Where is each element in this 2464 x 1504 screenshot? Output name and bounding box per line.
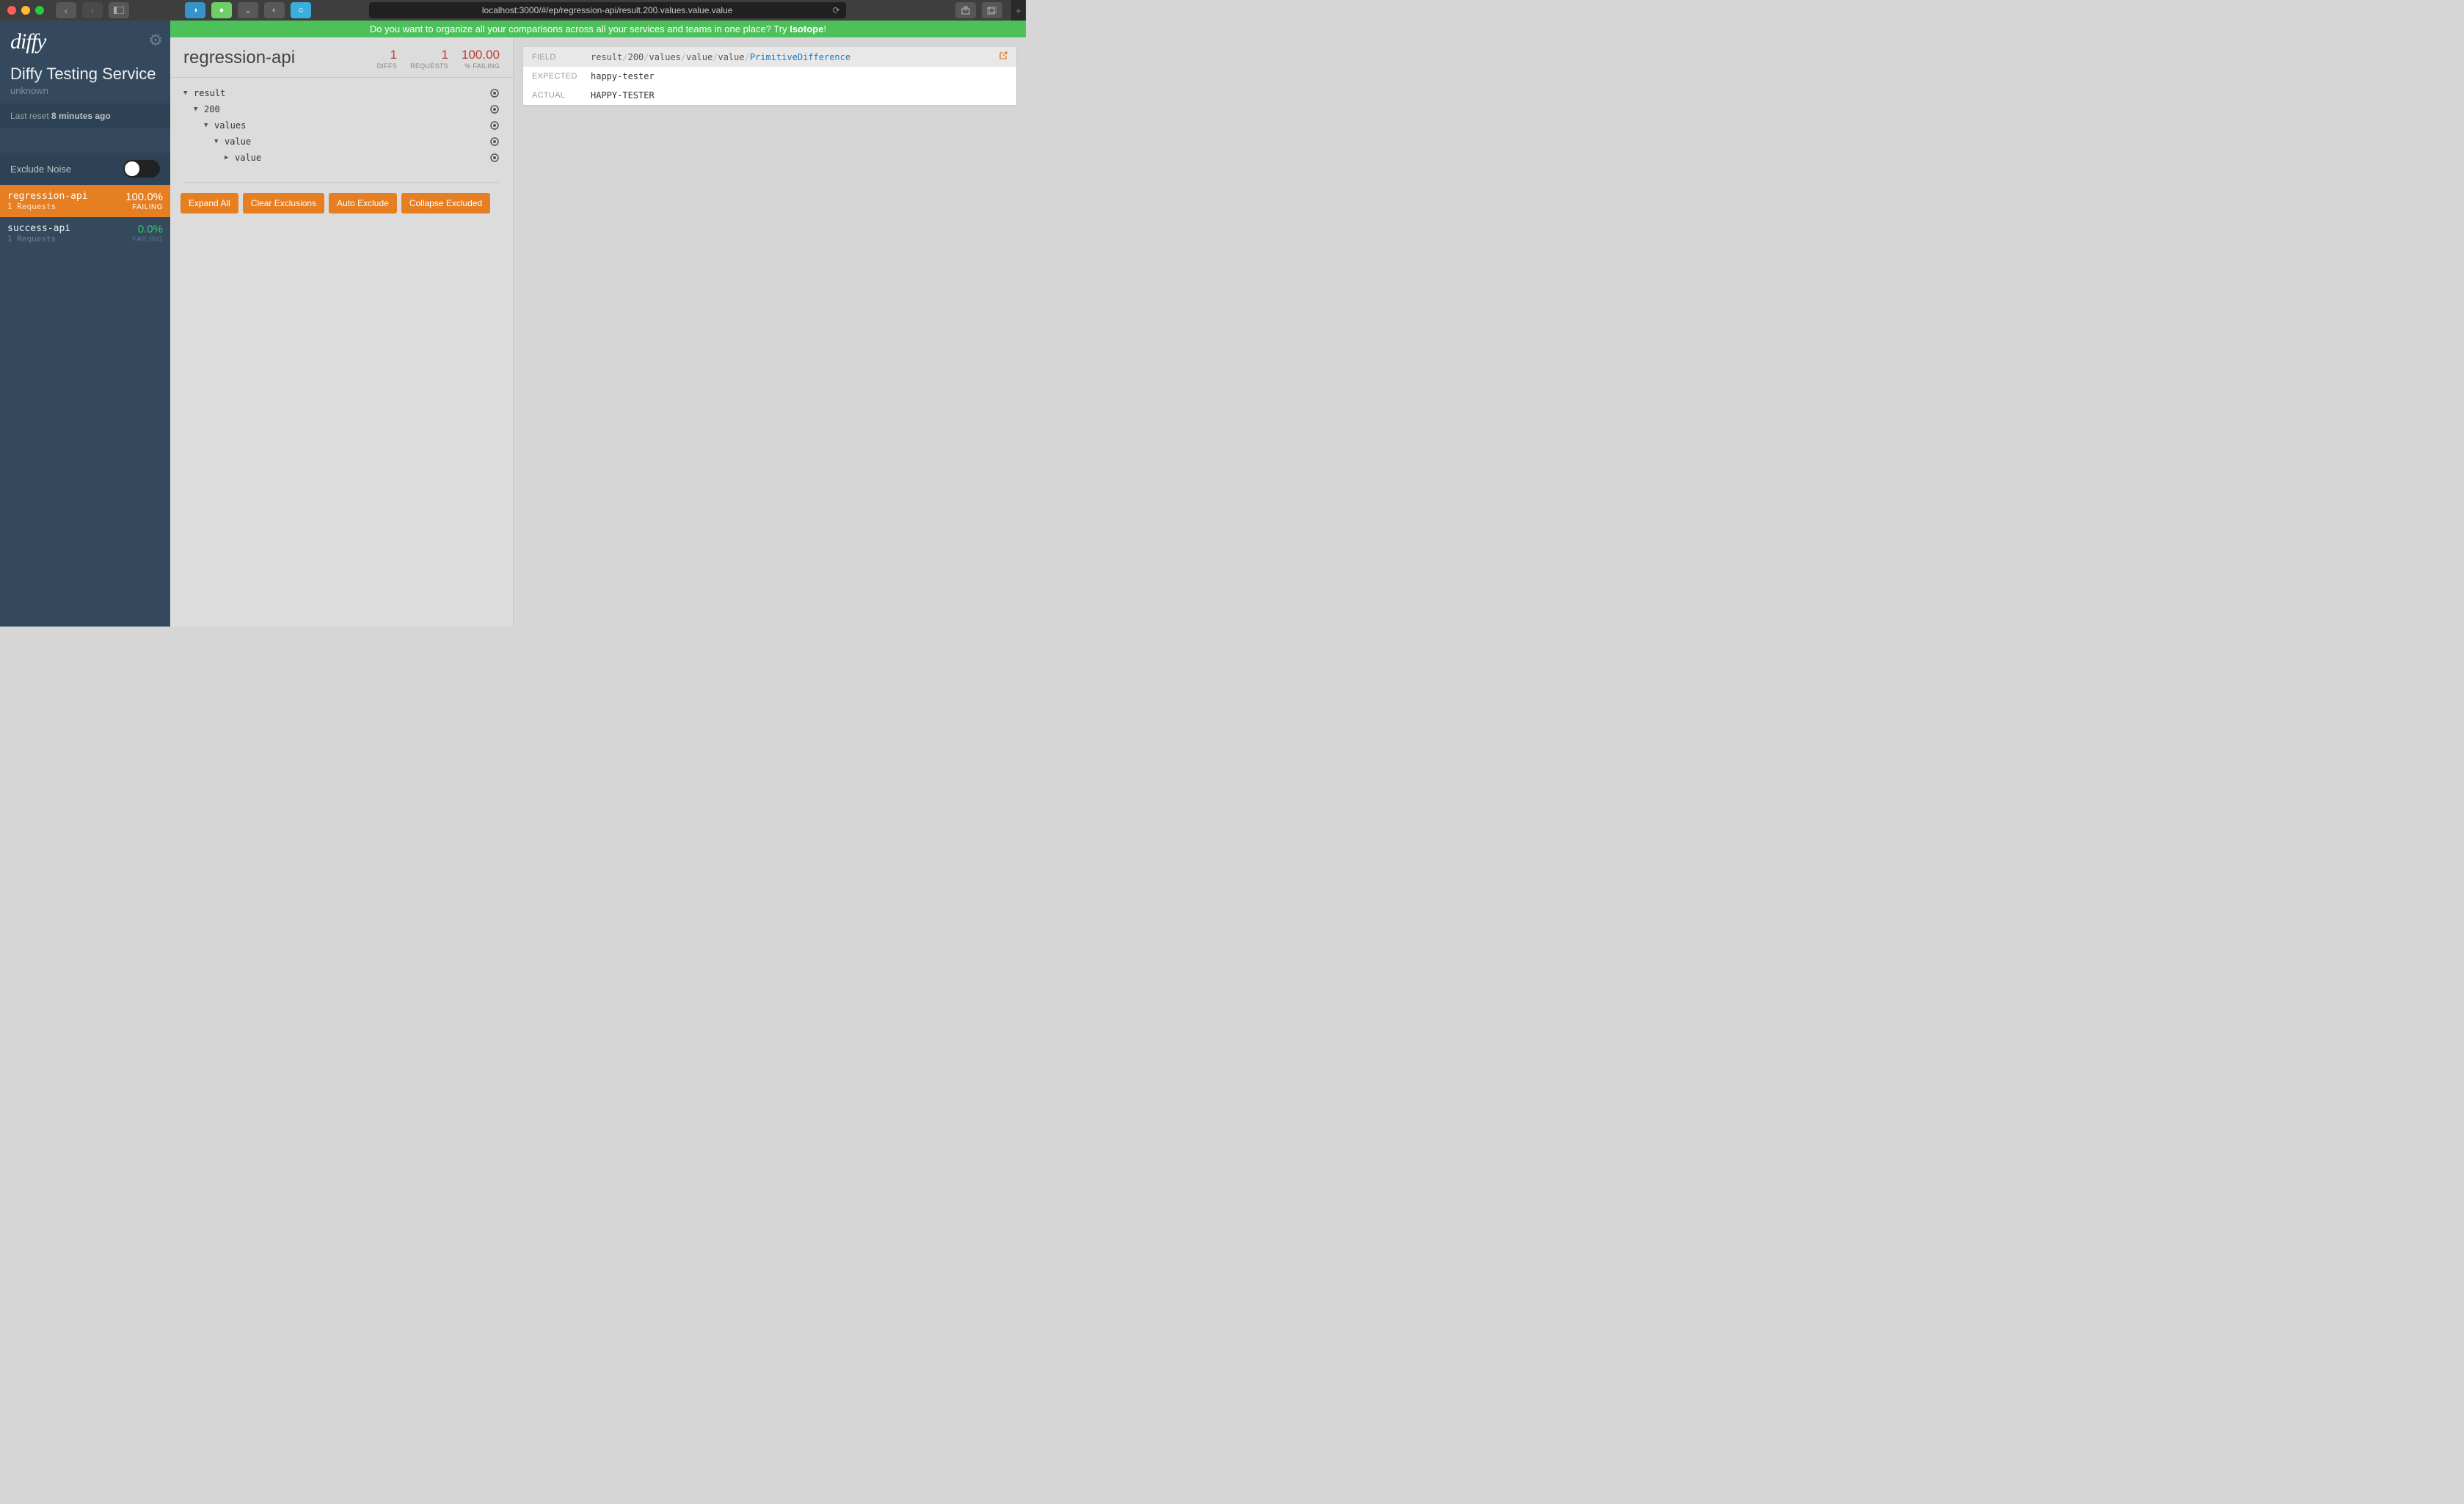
diff-expected-row: EXPECTED happy-tester — [523, 67, 1016, 86]
target-icon[interactable] — [489, 153, 500, 163]
tree-node[interactable]: ▼values — [170, 117, 513, 134]
banner-suffix: ! — [823, 23, 826, 34]
endpoint-pct: 100.0% — [125, 191, 163, 203]
expected-value: happy-tester — [591, 71, 1007, 81]
last-reset-value: 8 minutes ago — [51, 111, 111, 121]
endpoint-fail: FAILING — [132, 236, 163, 244]
url-text: localhost:3000/#/ep/regression-api/resul… — [482, 5, 733, 15]
sidebar: diffy ⚙ Diffy Testing Service unknown La… — [0, 21, 170, 627]
tree-label: result — [194, 87, 225, 100]
gear-icon[interactable]: ⚙ — [148, 31, 163, 50]
ext-icon-pocket[interactable]: ⌄ — [238, 2, 258, 18]
back-button[interactable]: ‹ — [56, 2, 76, 18]
stat-value: 100.00 — [462, 48, 500, 62]
endpoint-name: success-api — [7, 223, 70, 234]
field-label: FIELD — [532, 53, 591, 62]
diff-card: FIELD result/200/values/value/value/Prim… — [522, 46, 1017, 106]
chevron-icon: ▼ — [204, 119, 211, 132]
stat-block: 100.00% FAILING — [462, 48, 500, 70]
reload-icon[interactable]: ⟳ — [833, 5, 840, 15]
promo-banner: Do you want to organize all your compari… — [170, 21, 1026, 37]
stat-label: REQUESTS — [410, 62, 448, 70]
ext-icon-1[interactable]: ◑ — [185, 2, 205, 18]
last-reset-label: Last reset — [10, 111, 51, 121]
endpoint-list: regression-api 1 Requests 100.0% FAILING… — [0, 185, 170, 249]
target-icon[interactable] — [489, 104, 500, 114]
sidebar-toggle[interactable] — [109, 2, 129, 18]
expected-label: EXPECTED — [532, 72, 591, 81]
tree-label: 200 — [204, 103, 220, 116]
chevron-icon: ▼ — [214, 135, 222, 148]
chevron-icon: ▶ — [225, 151, 232, 164]
tree-label: values — [214, 119, 246, 132]
stat-block: 1REQUESTS — [410, 48, 448, 70]
window-minimize[interactable] — [21, 6, 30, 15]
tree-panel: regression-api 1DIFFS1REQUESTS100.00% FA… — [170, 37, 514, 627]
banner-text: Do you want to organize all your compari… — [370, 23, 790, 34]
url-bar[interactable]: localhost:3000/#/ep/regression-api/resul… — [369, 2, 846, 18]
exclude-noise-label: Exclude Noise — [10, 164, 71, 175]
open-external-icon[interactable] — [999, 51, 1007, 62]
actual-label: ACTUAL — [532, 91, 591, 100]
chevron-icon: ▼ — [183, 87, 191, 100]
ext-icon-shield[interactable]: ◐ — [264, 2, 285, 18]
tree-node[interactable]: ▼value — [170, 134, 513, 150]
endpoint-requests: 1 Requests — [7, 234, 70, 244]
tree-node[interactable]: ▼200 — [170, 101, 513, 117]
expand-all-button[interactable]: Expand All — [181, 193, 238, 213]
tabs-button[interactable] — [982, 2, 1002, 18]
banner-link[interactable]: Isotope — [790, 23, 823, 34]
window-zoom[interactable] — [35, 6, 44, 15]
share-button[interactable] — [955, 2, 976, 18]
diff-actual-row: ACTUAL HAPPY-TESTER — [523, 86, 1016, 105]
service-subtitle: unknown — [0, 85, 170, 103]
endpoint-requests: 1 Requests — [7, 202, 88, 211]
tree-node[interactable]: ▼result — [170, 85, 513, 101]
endpoint-fail: FAILING — [125, 203, 163, 211]
browser-chrome: ‹ › ◑ ● ⌄ ◐ ☺ localhost:3000/#/ep/regres… — [0, 0, 1026, 21]
stat-value: 1 — [377, 48, 398, 62]
endpoint-name: regression-api — [7, 191, 88, 202]
stat-block: 1DIFFS — [377, 48, 398, 70]
tree-label: value — [235, 151, 261, 164]
new-tab-button[interactable]: + — [1011, 0, 1026, 21]
exclude-noise-row: Exclude Noise — [0, 153, 170, 185]
chevron-icon: ▼ — [194, 103, 201, 116]
endpoint-stats: 1DIFFS1REQUESTS100.00% FAILING — [377, 48, 500, 70]
sidebar-endpoint-item[interactable]: regression-api 1 Requests 100.0% FAILING — [0, 185, 170, 217]
separator — [183, 182, 500, 183]
service-title: Diffy Testing Service — [0, 60, 170, 85]
ext-icon-3[interactable]: ☺ — [291, 2, 311, 18]
target-icon[interactable] — [489, 120, 500, 131]
field-path: result/200/values/value/value/PrimitiveD… — [591, 52, 999, 62]
target-icon[interactable] — [489, 88, 500, 98]
logo: diffy — [10, 29, 160, 54]
auto-exclude-button[interactable]: Auto Exclude — [329, 193, 397, 213]
window-close[interactable] — [7, 6, 16, 15]
endpoint-pct: 0.0% — [132, 223, 163, 236]
sidebar-endpoint-item[interactable]: success-api 1 Requests 0.0% FAILING — [0, 217, 170, 249]
diff-field-row: FIELD result/200/values/value/value/Prim… — [523, 47, 1016, 67]
diff-panel: FIELD result/200/values/value/value/Prim… — [514, 37, 1026, 627]
endpoint-title: regression-api — [183, 48, 295, 68]
field-tree: ▼result▼200▼values▼value▶value — [170, 78, 513, 173]
stat-value: 1 — [410, 48, 448, 62]
stat-label: % FAILING — [462, 62, 500, 70]
stat-label: DIFFS — [377, 62, 398, 70]
clear-exclusions-button[interactable]: Clear Exclusions — [243, 193, 324, 213]
target-icon[interactable] — [489, 136, 500, 147]
actual-value: HAPPY-TESTER — [591, 90, 1007, 101]
tree-node[interactable]: ▶value — [170, 150, 513, 166]
tree-label: value — [225, 135, 251, 148]
last-reset: Last reset 8 minutes ago — [0, 103, 170, 128]
exclude-noise-toggle[interactable] — [123, 160, 160, 178]
collapse-excluded-button[interactable]: Collapse Excluded — [401, 193, 490, 213]
traffic-lights — [7, 6, 44, 15]
forward-button[interactable]: › — [82, 2, 103, 18]
ext-icon-2[interactable]: ● — [211, 2, 232, 18]
